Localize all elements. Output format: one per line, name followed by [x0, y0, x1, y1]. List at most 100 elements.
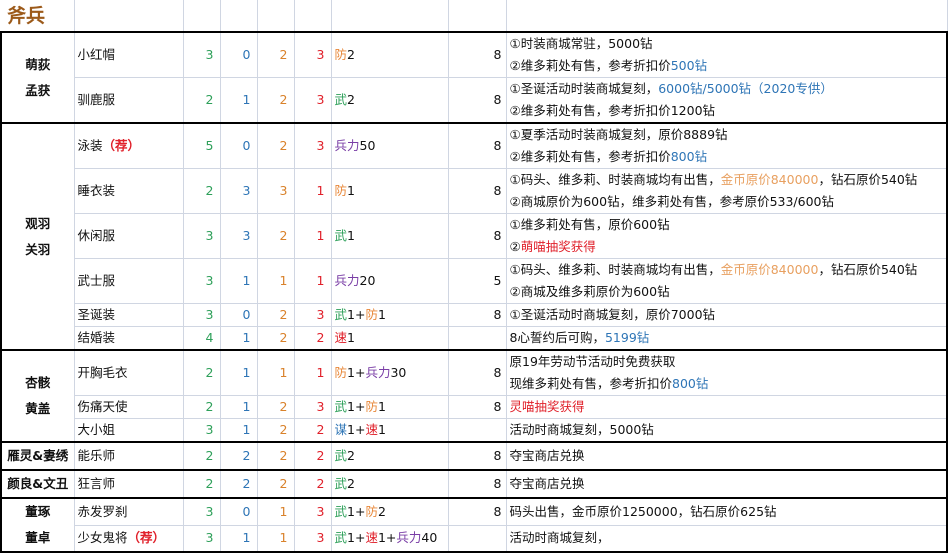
bonus-cell[interactable]: 兵力20 — [330, 258, 449, 304]
stat-cell-2[interactable]: 1 — [219, 524, 258, 553]
stat-cell-2[interactable]: 2 — [219, 441, 258, 471]
cost-cell[interactable]: 8 — [447, 31, 507, 78]
stat-cell-3[interactable]: 2 — [256, 303, 295, 327]
costume-name-cell[interactable]: 狂言师 — [73, 469, 184, 499]
stat-cell-3[interactable]: 3 — [256, 168, 295, 214]
costume-name-cell[interactable]: 圣诞装 — [73, 303, 184, 327]
stat-cell-1[interactable]: 2 — [182, 168, 221, 214]
stat-cell-4[interactable]: 2 — [293, 418, 332, 443]
acquisition-notes-cell[interactable]: ①维多莉处有售，原价600钻 ②萌喵抽奖获得 — [505, 213, 948, 259]
bonus-cell[interactable]: 武1+防1 — [330, 303, 449, 327]
stat-cell-2[interactable]: 1 — [219, 326, 258, 351]
stat-cell-4[interactable]: 1 — [293, 213, 332, 259]
acquisition-notes-cell[interactable]: 8心誓约后可购，5199钻 — [505, 326, 948, 351]
stat-cell-2[interactable]: 1 — [219, 418, 258, 443]
acquisition-notes-cell[interactable]: 原19年劳动节活动时免费获取 现维多莉处有售，参考折扣价800钻 — [505, 349, 948, 396]
stat-cell-3[interactable]: 2 — [256, 395, 295, 419]
cost-cell[interactable] — [447, 326, 507, 351]
cost-cell[interactable]: 8 — [447, 497, 507, 526]
stat-cell-3[interactable]: 2 — [256, 326, 295, 351]
stat-cell-4[interactable]: 2 — [293, 469, 332, 499]
acquisition-notes-cell[interactable]: ①时装商城常驻，5000钻 ②维多莉处有售，参考折扣价500钻 — [505, 31, 948, 78]
stat-cell-1[interactable]: 5 — [182, 122, 221, 169]
bonus-cell[interactable]: 武1+防1 — [330, 395, 449, 419]
acquisition-notes-cell[interactable]: ①圣诞活动时商城复刻，原价7000钻 — [505, 303, 948, 327]
stat-cell-1[interactable]: 4 — [182, 326, 221, 351]
stat-cell-4[interactable]: 3 — [293, 524, 332, 553]
acquisition-notes-cell[interactable]: 活动时商城复刻， — [505, 524, 948, 553]
stat-cell-1[interactable]: 2 — [182, 395, 221, 419]
bonus-cell[interactable]: 防1 — [330, 168, 449, 214]
stat-cell-4[interactable]: 3 — [293, 122, 332, 169]
stat-cell-3[interactable]: 2 — [256, 122, 295, 169]
stat-cell-2[interactable]: 0 — [219, 497, 258, 526]
bonus-cell[interactable]: 武2 — [330, 77, 449, 124]
cost-cell[interactable]: 8 — [447, 77, 507, 124]
cost-cell[interactable]: 8 — [447, 213, 507, 259]
stat-cell-1[interactable]: 2 — [182, 77, 221, 124]
stat-cell-3[interactable]: 2 — [256, 418, 295, 443]
bonus-cell[interactable]: 武1 — [330, 213, 449, 259]
bonus-cell[interactable]: 兵力50 — [330, 122, 449, 169]
cost-cell[interactable] — [447, 418, 507, 443]
acquisition-notes-cell[interactable]: 灵喵抽奖获得 — [505, 395, 948, 419]
stat-cell-1[interactable]: 2 — [182, 349, 221, 396]
costume-name-cell[interactable]: 赤发罗刹 — [73, 497, 184, 526]
stat-cell-4[interactable]: 3 — [293, 31, 332, 78]
acquisition-notes-cell[interactable]: ①圣诞活动时装商城复刻，6000钻/5000钻（2020专供） ②维多莉处有售，参… — [505, 77, 948, 124]
acquisition-notes-cell[interactable]: ①码头、维多莉、时装商城均有出售，金币原价840000，钻石原价540钻 ②商城及… — [505, 258, 948, 304]
stat-cell-2[interactable]: 1 — [219, 349, 258, 396]
stat-cell-4[interactable]: 1 — [293, 258, 332, 304]
cost-cell[interactable]: 8 — [447, 122, 507, 169]
stat-cell-2[interactable]: 2 — [219, 469, 258, 499]
stat-cell-4[interactable]: 3 — [293, 497, 332, 526]
stat-cell-3[interactable]: 1 — [256, 524, 295, 553]
cost-cell[interactable]: 8 — [447, 441, 507, 471]
cost-cell[interactable]: 8 — [447, 395, 507, 419]
cost-cell[interactable]: 8 — [447, 303, 507, 327]
acquisition-notes-cell[interactable]: 夺宝商店兑换 — [505, 441, 948, 471]
stat-cell-3[interactable]: 2 — [256, 469, 295, 499]
cost-cell[interactable]: 8 — [447, 168, 507, 214]
stat-cell-4[interactable]: 1 — [293, 168, 332, 214]
cost-cell[interactable]: 8 — [447, 469, 507, 499]
bonus-cell[interactable]: 武2 — [330, 469, 449, 499]
stat-cell-3[interactable]: 1 — [256, 258, 295, 304]
stat-cell-4[interactable]: 2 — [293, 326, 332, 351]
stat-cell-1[interactable]: 3 — [182, 524, 221, 553]
stat-cell-2[interactable]: 3 — [219, 213, 258, 259]
acquisition-notes-cell[interactable]: ①码头、维多莉、时装商城均有出售，金币原价840000，钻石原价540钻 ②商城原… — [505, 168, 948, 214]
costume-name-cell[interactable]: 睡衣装 — [73, 168, 184, 214]
stat-cell-4[interactable]: 3 — [293, 395, 332, 419]
bonus-cell[interactable]: 防1+兵力30 — [330, 349, 449, 396]
bonus-cell[interactable]: 武1+速1+兵力40 — [330, 524, 449, 553]
stat-cell-1[interactable]: 3 — [182, 497, 221, 526]
stat-cell-1[interactable]: 3 — [182, 31, 221, 78]
stat-cell-4[interactable]: 1 — [293, 349, 332, 396]
costume-name-cell[interactable]: 伤痛天使 — [73, 395, 184, 419]
stat-cell-2[interactable]: 0 — [219, 31, 258, 78]
costume-name-cell[interactable]: 少女鬼将（荐） — [73, 524, 184, 553]
stat-cell-1[interactable]: 3 — [182, 258, 221, 304]
stat-cell-3[interactable]: 2 — [256, 31, 295, 78]
costume-name-cell[interactable]: 结婚装 — [73, 326, 184, 351]
stat-cell-1[interactable]: 3 — [182, 303, 221, 327]
stat-cell-3[interactable]: 2 — [256, 441, 295, 471]
stat-cell-1[interactable]: 2 — [182, 441, 221, 471]
costume-name-cell[interactable]: 休闲服 — [73, 213, 184, 259]
cost-cell[interactable]: 8 — [447, 349, 507, 396]
cost-cell[interactable]: 5 — [447, 258, 507, 304]
stat-cell-1[interactable]: 3 — [182, 213, 221, 259]
acquisition-notes-cell[interactable]: ①夏季活动时装商城复刻，原价8889钻 ②维多莉处有售，参考折扣价800钻 — [505, 122, 948, 169]
stat-cell-2[interactable]: 3 — [219, 168, 258, 214]
acquisition-notes-cell[interactable]: 活动时商城复刻，5000钻 — [505, 418, 948, 443]
stat-cell-4[interactable]: 3 — [293, 77, 332, 124]
stat-cell-4[interactable]: 2 — [293, 441, 332, 471]
costume-name-cell[interactable]: 小红帽 — [73, 31, 184, 78]
stat-cell-1[interactable]: 2 — [182, 469, 221, 499]
stat-cell-1[interactable]: 3 — [182, 418, 221, 443]
stat-cell-2[interactable]: 1 — [219, 395, 258, 419]
bonus-cell[interactable]: 谋1+速1 — [330, 418, 449, 443]
bonus-cell[interactable]: 武1+防2 — [330, 497, 449, 526]
stat-cell-4[interactable]: 3 — [293, 303, 332, 327]
